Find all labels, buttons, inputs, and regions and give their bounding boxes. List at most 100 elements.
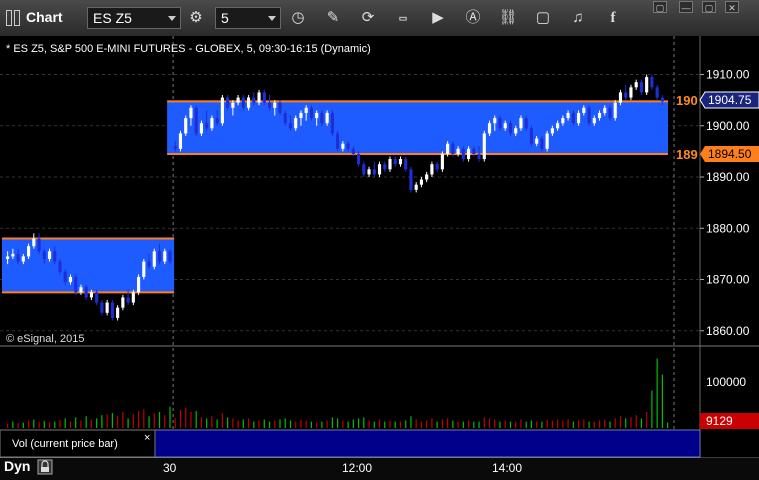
zone-low-label: 189 [676, 147, 698, 162]
candle-body [267, 102, 272, 108]
candle-body [451, 143, 455, 154]
symbol-dropdown-icon [168, 16, 176, 21]
candle-body [147, 261, 151, 267]
candle-body [440, 153, 444, 170]
candle-body [178, 133, 183, 149]
candle-body [529, 128, 533, 144]
candle-body [58, 261, 62, 272]
candle-body [341, 143, 345, 149]
candle-body [273, 102, 277, 108]
candle-body [660, 97, 664, 102]
candle-body [110, 302, 114, 318]
candle-body [336, 133, 340, 149]
candle-body [634, 82, 638, 88]
interval-value: 5 [221, 10, 229, 26]
candle-body [545, 133, 549, 149]
candle-body [524, 118, 528, 129]
interval-combo[interactable]: 5 [215, 7, 281, 29]
candle-body [388, 159, 392, 170]
candle-body [42, 251, 46, 259]
candle-body [137, 276, 141, 293]
minimize-button[interactable]: — [679, 1, 693, 13]
candle-body [95, 292, 99, 303]
candle-body [435, 164, 439, 170]
y-axis-label: 1900.00 [706, 119, 750, 133]
candle-body [37, 238, 41, 252]
candle-body [592, 118, 596, 124]
clock-icon[interactable]: ◷ [286, 6, 310, 30]
candle-body [105, 302, 109, 313]
candle-body [163, 251, 167, 262]
candle-body [587, 107, 591, 124]
candle-body [498, 118, 502, 129]
symbol-combo[interactable]: ES Z5 [87, 7, 181, 29]
price-badge-low-text: 1894.50 [708, 147, 752, 161]
candle-body [89, 292, 93, 298]
x-label-1200: 12:00 [342, 461, 372, 475]
candle-body [618, 92, 623, 103]
candle-body [231, 102, 235, 108]
candle-body [220, 97, 224, 124]
candle-body [173, 146, 177, 149]
chart-window-icon [6, 10, 22, 26]
candle-body [377, 164, 382, 175]
alert-icon[interactable]: Ⓐ [461, 6, 485, 30]
candle-body [194, 107, 198, 134]
candle-body [493, 118, 497, 124]
link-icon[interactable]: ⛓ [496, 6, 520, 30]
candle-body [603, 107, 607, 113]
get-icon[interactable]: ▭ [391, 6, 415, 30]
zone-high-label: 190 [676, 93, 698, 108]
candle-body [32, 238, 36, 247]
candle-body [613, 102, 617, 119]
gear-icon[interactable]: ⚙ [184, 6, 208, 30]
candle-body [27, 246, 31, 257]
candle-body [645, 77, 649, 93]
candle-body [205, 123, 209, 129]
chart-toolbar: Chart ES Z5 ⚙ 5 ◷ ✎ ⟳ ▭ ▶ Ⓐ ⛓ ▢ ♫ f ▢ — … [0, 0, 759, 37]
pencil-icon[interactable]: ✎ [321, 6, 345, 30]
window-title: Chart [26, 9, 63, 25]
candle-body [199, 123, 203, 134]
candle-body [472, 148, 476, 154]
candle-body [309, 107, 313, 119]
candle-body [409, 169, 413, 190]
candle-body [16, 253, 20, 262]
price-badge-high-text: 1904.75 [708, 93, 752, 107]
candle-body [346, 143, 350, 149]
dynamic-label[interactable]: Dyn [4, 458, 30, 474]
maximize-button[interactable]: ▢ [702, 1, 716, 13]
close-button[interactable]: ✕ [725, 1, 739, 13]
candle-body [357, 153, 361, 165]
candle-body [299, 112, 303, 119]
refresh-icon[interactable]: ⟳ [356, 6, 380, 30]
play-icon[interactable]: ▶ [426, 6, 450, 30]
candle-body [650, 77, 654, 88]
candle-body [315, 112, 319, 119]
candle-body [508, 123, 513, 134]
candle-body [446, 143, 450, 154]
candle-body [577, 112, 581, 124]
facebook-icon[interactable]: f [601, 6, 625, 30]
candle-body [84, 287, 88, 298]
y-axis-label: 1880.00 [706, 221, 750, 235]
candle-body [414, 184, 418, 190]
candle-body [514, 128, 518, 134]
price-chart[interactable]: Vol (current price bar) × * ES Z5, S&P 5… [0, 36, 759, 480]
y-axis-label: 1870.00 [706, 273, 750, 287]
chart-header: * ES Z5, S&P 500 E-MINI FUTURES - GLOBEX… [6, 43, 371, 55]
restore-button[interactable]: ▢ [653, 1, 667, 13]
candle-body [210, 118, 214, 129]
candle-body [304, 107, 308, 113]
volume-study-close-icon[interactable]: × [144, 432, 150, 444]
comment-icon[interactable]: ▢ [531, 6, 555, 30]
candle-body [53, 251, 57, 262]
candle-body [482, 133, 486, 160]
candle-body [116, 307, 120, 318]
y-axis-label: 1890.00 [706, 170, 750, 184]
candle-body [566, 112, 570, 119]
lock-icon[interactable] [37, 459, 53, 475]
twitter-icon[interactable]: ♫ [566, 6, 590, 30]
candle-body [540, 138, 544, 149]
candle-body [11, 253, 15, 257]
